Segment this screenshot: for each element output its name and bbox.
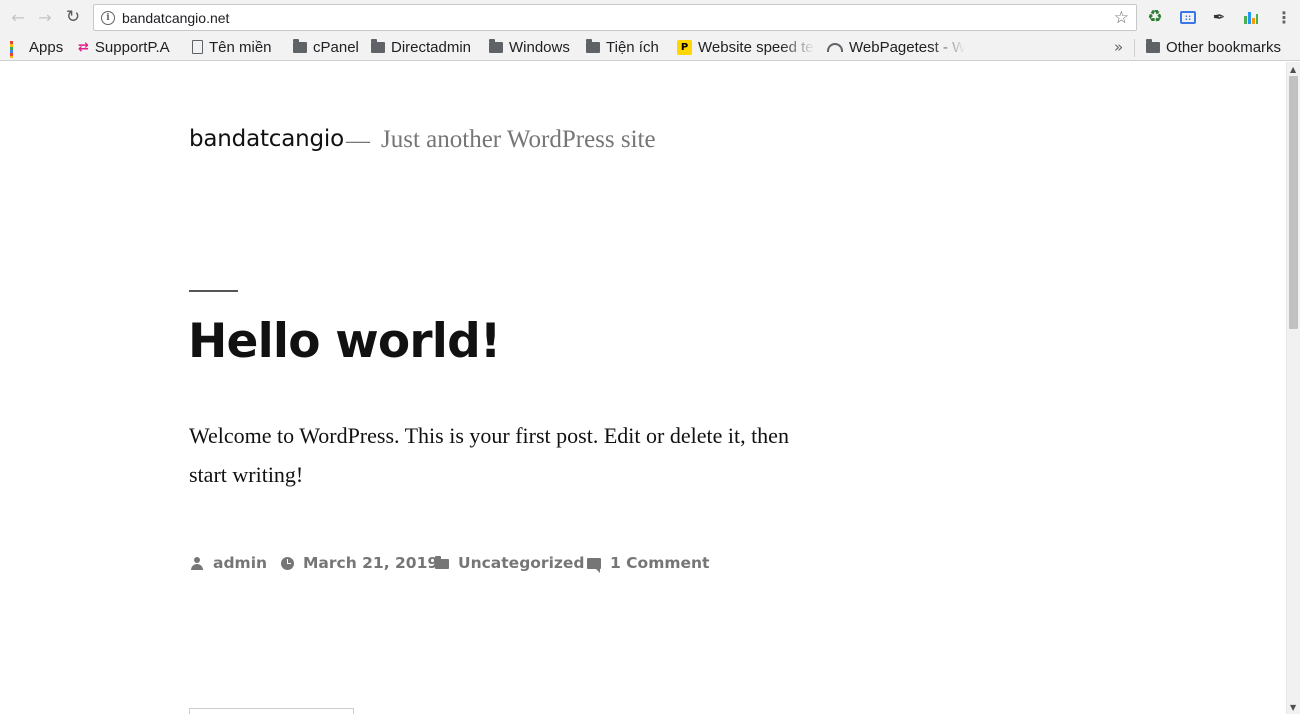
- post-comments-link[interactable]: 1 Comment: [610, 554, 709, 572]
- folder-icon: [293, 39, 307, 53]
- bookmark-label: Apps: [29, 38, 64, 56]
- page-scrollbar[interactable]: ▲ ▼: [1286, 62, 1300, 714]
- site-title-separator: —: [346, 128, 370, 154]
- bookmark-label: Tiện ích: [606, 38, 659, 56]
- folder-icon: [586, 39, 600, 53]
- back-arrow-icon[interactable]: ←: [7, 6, 29, 28]
- post-author[interactable]: admin: [189, 551, 267, 575]
- site-title-link[interactable]: bandatcangio: [189, 126, 344, 152]
- post-date-text[interactable]: March 21, 2019: [303, 554, 438, 572]
- bookmark-star-icon[interactable]: ☆: [1114, 8, 1129, 28]
- gauge-icon: [827, 42, 843, 52]
- post-comments[interactable]: 1 Comment: [586, 551, 709, 575]
- bookmarks-bar: Apps ⇄ SupportP.A Tên miền cPanel Direct…: [0, 34, 1300, 61]
- address-bar[interactable]: i bandatcangio.net ☆: [93, 4, 1137, 31]
- bar-chart-icon[interactable]: [1242, 8, 1260, 26]
- bookmark-supportpa[interactable]: ⇄ SupportP.A: [78, 36, 170, 58]
- bookmark-label: SupportP.A: [94, 38, 170, 56]
- clock-icon: [279, 555, 295, 571]
- forward-arrow-icon[interactable]: →: [34, 6, 56, 28]
- bookmark-label: Website speed te: [698, 38, 814, 56]
- bookmark-label: WebPagetest - W: [849, 38, 965, 56]
- url-text[interactable]: bandatcangio.net: [122, 10, 229, 26]
- post-category-link[interactable]: Uncategorized: [458, 554, 585, 572]
- bookmark-other-bookmarks[interactable]: Other bookmarks: [1146, 36, 1281, 58]
- bookmark-folder-windows[interactable]: Windows: [489, 36, 570, 58]
- bookmark-label: Windows: [509, 38, 570, 56]
- post-category[interactable]: Uncategorized: [434, 551, 585, 575]
- p-badge-icon: P: [677, 39, 692, 55]
- folder-icon: [489, 39, 503, 53]
- bookmarks-overflow-chevron-icon[interactable]: »: [1114, 38, 1123, 56]
- bookmark-folder-directadmin[interactable]: Directadmin: [371, 36, 471, 58]
- bookmark-ten-mien[interactable]: Tên miền: [192, 36, 272, 58]
- next-section-box: [189, 708, 354, 714]
- bookmark-webpagetest[interactable]: WebPagetest - W: [827, 36, 965, 58]
- bookmark-label: cPanel: [313, 38, 359, 56]
- bookmark-folder-cpanel[interactable]: cPanel: [293, 36, 359, 58]
- post-title[interactable]: Hello world!: [188, 314, 501, 369]
- folder-icon: [434, 555, 450, 571]
- apps-grid-icon: [10, 40, 23, 58]
- post-author-name[interactable]: admin: [213, 554, 267, 572]
- recycle-icon[interactable]: ♻: [1146, 7, 1164, 27]
- page-icon: [192, 40, 203, 54]
- bookmark-label: Tên miền: [209, 38, 272, 56]
- bookmark-label: Other bookmarks: [1166, 38, 1282, 56]
- post-content: Welcome to WordPress. This is your first…: [189, 423, 789, 487]
- person-icon: [189, 555, 205, 571]
- eyedropper-icon[interactable]: ✒: [1210, 8, 1228, 26]
- bookmark-label: Directadmin: [391, 38, 472, 56]
- scroll-down-arrow-icon[interactable]: ▼: [1290, 703, 1296, 712]
- entry-title-divider: [189, 290, 238, 292]
- scrollbar-thumb[interactable]: [1289, 76, 1298, 329]
- scroll-up-arrow-icon[interactable]: ▲: [1290, 65, 1296, 74]
- bookmarks-divider: [1134, 39, 1135, 57]
- blue-extension-icon[interactable]: ::: [1179, 8, 1197, 26]
- kebab-menu-icon[interactable]: ⋮: [1275, 8, 1293, 27]
- page-viewport: bandatcangio — Just another WordPress si…: [0, 62, 1286, 714]
- site-info-icon[interactable]: i: [101, 11, 115, 25]
- supportpa-icon: ⇄: [78, 39, 89, 55]
- post-date[interactable]: March 21, 2019: [279, 551, 438, 575]
- bookmark-folder-tien-ich[interactable]: Tiện ích: [586, 36, 659, 58]
- reload-icon[interactable]: ↻: [62, 6, 84, 28]
- comment-icon: [586, 555, 602, 573]
- bookmark-apps[interactable]: Apps: [10, 36, 63, 58]
- folder-icon: [1146, 39, 1160, 53]
- browser-toolbar: ← → ↻ i bandatcangio.net ☆ ♻ :: ✒ ⋮: [0, 0, 1300, 34]
- bookmark-website-speed[interactable]: P Website speed te: [677, 36, 815, 58]
- folder-icon: [371, 39, 385, 53]
- site-description: Just another WordPress site: [381, 126, 656, 153]
